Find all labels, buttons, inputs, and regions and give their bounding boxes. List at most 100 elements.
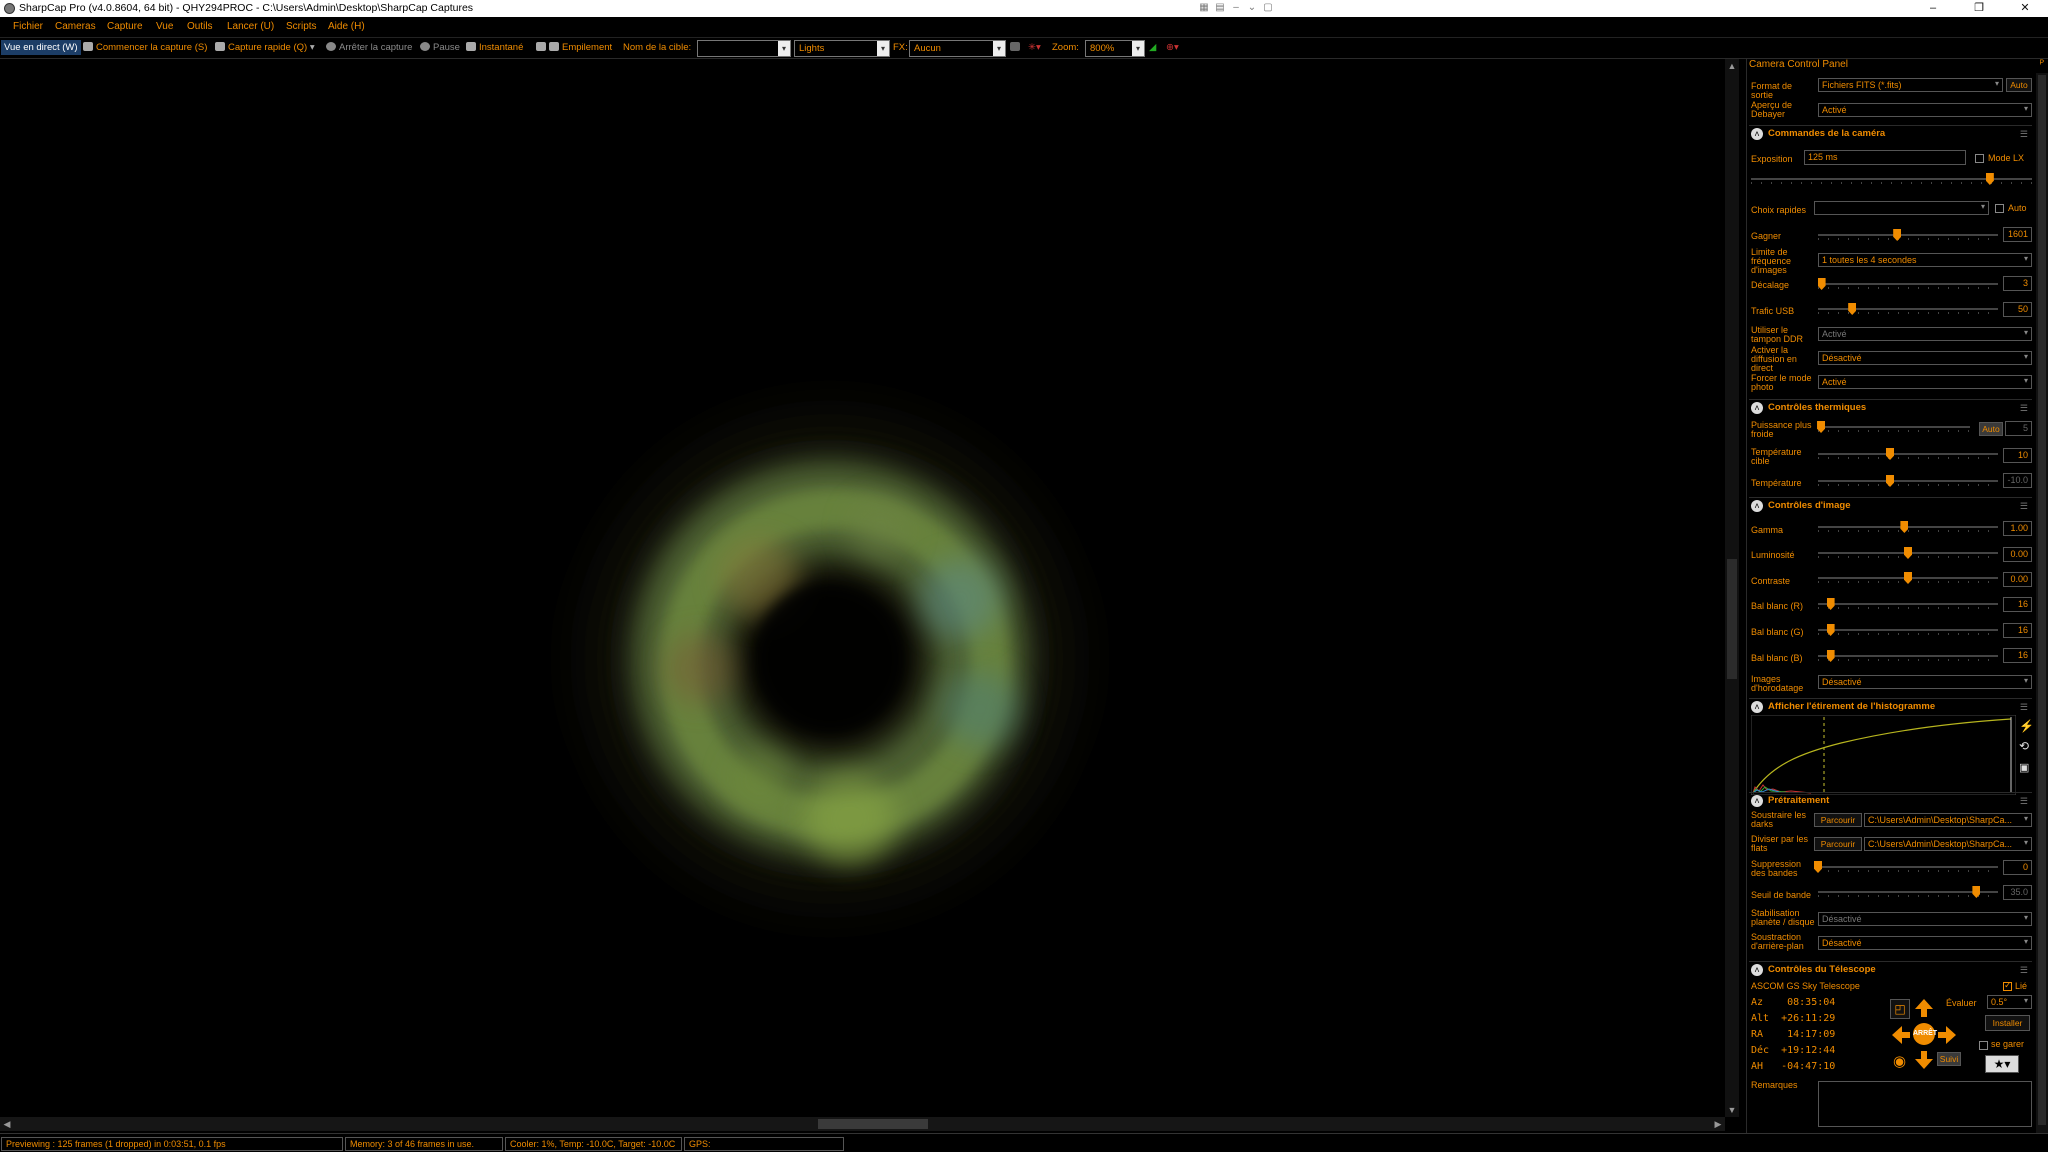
save-icon[interactable]: ▣ — [2019, 761, 2029, 774]
usb-traffic-slider[interactable] — [1818, 303, 1998, 315]
wb-green-value[interactable]: 16 — [2003, 623, 2032, 638]
live-view-button[interactable]: Vue en direct (W) — [1, 40, 81, 55]
move-south-button[interactable] — [1914, 1050, 1934, 1070]
brightness-value[interactable]: 0.00 — [2003, 547, 2032, 562]
thermal-controls-header[interactable]: ˄ Contrôles thermiques ☰ — [1749, 399, 2032, 415]
collapse-icon[interactable]: ˄ — [1751, 402, 1763, 414]
cooler-power-value[interactable]: 5 — [2005, 421, 2032, 436]
camera-controls-header[interactable]: ˄ Commandes de la caméra ☰ — [1749, 125, 2032, 141]
menu-aide[interactable]: Aide (H) — [328, 21, 365, 32]
histogram-header[interactable]: ˄ Afficher l'étirement de l'histogramme ☰ — [1749, 698, 2032, 714]
move-west-button[interactable] — [1891, 1025, 1911, 1045]
offset-slider[interactable] — [1817, 278, 1998, 290]
stabilization-select[interactable]: Désactivé ▾ — [1818, 912, 2032, 926]
darks-browse-button[interactable]: Parcourir — [1814, 813, 1862, 827]
auto-stretch-icon[interactable]: ⚡ — [2019, 719, 2034, 733]
viewport-vertical-scrollbar[interactable]: ▲ ▼ — [1725, 59, 1739, 1117]
target-temp-value[interactable]: 10 — [2003, 448, 2032, 463]
scroll-left-icon[interactable]: ◀ — [0, 1117, 14, 1131]
quick-capture-button[interactable]: Capture rapide (Q) ▾ — [215, 42, 315, 53]
collapse-icon[interactable]: ˄ — [1751, 795, 1763, 807]
move-east-button[interactable] — [1937, 1025, 1957, 1045]
zoom-tool-icon[interactable]: ⊕▾ — [1166, 42, 1179, 53]
menu-outils[interactable]: Outils — [187, 21, 213, 32]
target-name-input[interactable]: ▾ — [697, 40, 791, 57]
banding-slider[interactable] — [1814, 861, 1998, 873]
spiral-search-button[interactable]: ◰ — [1890, 999, 1910, 1019]
gamma-slider[interactable] — [1818, 521, 1998, 533]
rate-select[interactable]: 0.5° ▾ — [1987, 995, 2032, 1009]
panel-scrollbar[interactable] — [2036, 73, 2048, 1133]
grid-overlay-button[interactable] — [1010, 42, 1023, 53]
reticle-button[interactable]: ✳▾ — [1028, 42, 1041, 53]
streaming-select[interactable]: Désactivé ▾ — [1818, 351, 2032, 365]
menu-icon[interactable]: ☰ — [2020, 702, 2028, 713]
wb-blue-value[interactable]: 16 — [2003, 648, 2032, 663]
quick-picks-select[interactable]: ▾ — [1814, 201, 1989, 215]
wb-blue-slider[interactable] — [1818, 650, 1998, 662]
menu-scripts[interactable]: Scripts — [286, 21, 317, 32]
lx-mode-checkbox[interactable] — [1975, 154, 1984, 163]
preprocessing-header[interactable]: ˄ Prétraitement ☰ — [1749, 792, 2032, 808]
snapshot-button[interactable]: Instantané — [466, 42, 523, 53]
band-threshold-slider[interactable] — [1818, 886, 1998, 898]
histogram-icon[interactable]: ◢ — [1149, 42, 1156, 53]
cooler-power-slider[interactable] — [1817, 421, 1970, 433]
gain-slider[interactable] — [1818, 229, 1998, 241]
start-capture-button[interactable]: Commencer la capture (S) — [83, 42, 207, 53]
target-temp-slider[interactable] — [1818, 448, 1998, 460]
grid-small-icon[interactable]: ▤ — [1213, 1, 1227, 14]
target-icon[interactable]: ◉ — [1893, 1052, 1906, 1070]
gamma-value[interactable]: 1.00 — [2003, 521, 2032, 536]
park-checkbox[interactable] — [1979, 1041, 1988, 1050]
chevron-icon[interactable]: ⌄ — [1245, 1, 1259, 14]
collapse-icon[interactable]: ˄ — [1751, 500, 1763, 512]
exposure-slider[interactable] — [1751, 173, 2032, 185]
pause-button[interactable]: Pause — [420, 42, 460, 53]
banding-value[interactable]: 0 — [2003, 860, 2032, 875]
usb-traffic-value[interactable]: 50 — [2003, 302, 2032, 317]
notes-textarea[interactable] — [1818, 1081, 2032, 1127]
menu-icon[interactable]: ☰ — [2020, 796, 2028, 807]
brightness-slider[interactable] — [1818, 547, 1998, 559]
contrast-value[interactable]: 0.00 — [2003, 572, 2032, 587]
photo-mode-select[interactable]: Activé ▾ — [1818, 375, 2032, 389]
menu-lancer[interactable]: Lancer (U) — [227, 21, 274, 32]
horizontal-scroll-thumb[interactable] — [818, 1119, 928, 1129]
zoom-select[interactable]: 800% ▾ — [1085, 40, 1145, 57]
collapse-icon[interactable]: ˄ — [1751, 128, 1763, 140]
live-preview-viewport[interactable] — [0, 59, 1725, 1117]
timestamp-select[interactable]: Désactivé ▾ — [1818, 675, 2032, 689]
menu-vue[interactable]: Vue — [156, 21, 173, 32]
minimize-button[interactable]: – — [1910, 0, 1956, 17]
menu-icon[interactable]: ☰ — [2020, 129, 2028, 140]
menu-icon[interactable]: ☰ — [2020, 403, 2028, 414]
exposure-input[interactable]: 125 ms — [1804, 150, 1966, 165]
vertical-scroll-thumb[interactable] — [1727, 559, 1737, 679]
collapse-icon[interactable]: ˄ — [1751, 964, 1763, 976]
fx-select[interactable]: Aucun ▾ — [909, 40, 1006, 57]
viewport-horizontal-scrollbar[interactable]: ◀ ▶ — [0, 1117, 1725, 1131]
bg-subtraction-select[interactable]: Désactivé ▾ — [1818, 936, 2032, 950]
quick-auto-checkbox[interactable] — [1995, 204, 2004, 213]
ddr-buffer-select[interactable]: Activé ▾ — [1818, 327, 2032, 341]
collapse-icon[interactable]: ˄ — [1751, 701, 1763, 713]
menu-icon[interactable]: ☰ — [2020, 501, 2028, 512]
maximize-button[interactable]: ❐ — [1956, 0, 2002, 17]
output-auto-button[interactable]: Auto — [2006, 78, 2032, 92]
wb-green-slider[interactable] — [1818, 624, 1998, 636]
contrast-slider[interactable] — [1818, 572, 1998, 584]
stacking-button[interactable]: Empilement — [536, 42, 612, 53]
window-icon[interactable]: ▢ — [1261, 1, 1275, 14]
frame-type-select[interactable]: Lights ▾ — [794, 40, 890, 57]
menu-icon[interactable]: ☰ — [2020, 965, 2028, 976]
band-threshold-value[interactable]: 35.0 — [2003, 885, 2032, 900]
close-button[interactable]: ✕ — [2002, 0, 2048, 17]
goto-star-button[interactable]: ★▾ — [1985, 1055, 2019, 1073]
move-north-button[interactable] — [1914, 998, 1934, 1018]
framerate-select[interactable]: 1 toutes les 4 secondes ▾ — [1818, 253, 2032, 267]
reset-icon[interactable]: ⟲ — [2019, 739, 2029, 753]
image-controls-header[interactable]: ˄ Contrôles d'image ☰ — [1749, 497, 2032, 513]
grid-icon[interactable]: ▦ — [1197, 1, 1211, 14]
stop-button[interactable]: ARRÊT — [1913, 1023, 1937, 1045]
